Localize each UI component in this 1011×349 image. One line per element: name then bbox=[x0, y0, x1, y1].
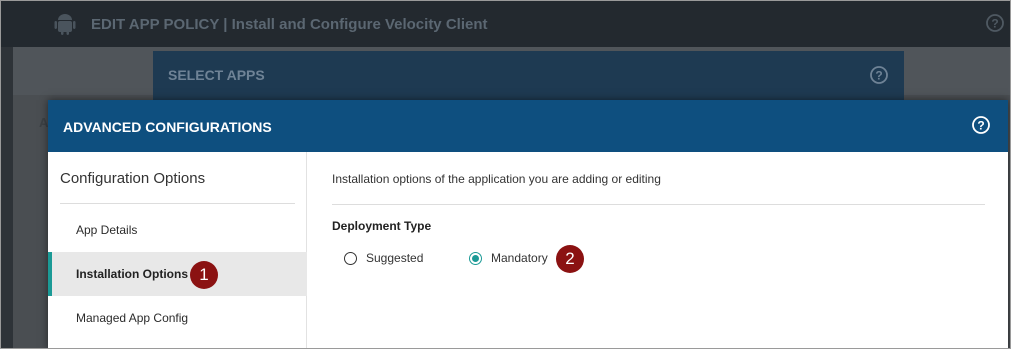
background-app-title: EDIT APP POLICY | Install and Configure … bbox=[91, 16, 488, 33]
radio-suggested[interactable]: Suggested bbox=[344, 251, 423, 265]
select-apps-title: SELECT APPS bbox=[168, 67, 265, 83]
background-app-header: EDIT APP POLICY | Install and Configure … bbox=[1, 1, 1010, 47]
svg-text:?: ? bbox=[991, 17, 998, 31]
sidebar-item-managed-app-config[interactable]: Managed App Config bbox=[48, 296, 307, 340]
sidebar-item-installation-options[interactable]: Installation Options 1 bbox=[48, 252, 307, 296]
callout-badge-2: 2 bbox=[556, 245, 584, 273]
sidebar-item-app-details[interactable]: App Details bbox=[48, 208, 307, 252]
radio-label: Suggested bbox=[366, 251, 424, 265]
radio-circle[interactable] bbox=[469, 251, 482, 265]
advanced-configurations-modal: ADVANCED CONFIGURATIONS ? Configuration … bbox=[48, 100, 1008, 348]
radio-circle[interactable] bbox=[344, 251, 357, 265]
help-circle-icon[interactable]: ? bbox=[971, 115, 991, 135]
help-circle-icon[interactable]: ? bbox=[869, 65, 889, 85]
sidebar-item-label: Managed App Config bbox=[76, 311, 189, 325]
configuration-sidebar: Configuration Options App Details Instal… bbox=[48, 152, 307, 348]
screenshot-frame: EDIT APP POLICY | Install and Configure … bbox=[0, 0, 1011, 349]
modal-title: ADVANCED CONFIGURATIONS bbox=[63, 119, 272, 135]
svg-text:?: ? bbox=[977, 119, 984, 133]
android-icon bbox=[54, 14, 76, 35]
radio-mandatory[interactable]: Mandatory bbox=[469, 251, 548, 265]
svg-text:?: ? bbox=[875, 69, 882, 83]
background-partial-label: A bbox=[39, 115, 49, 130]
radio-label: Mandatory bbox=[491, 251, 548, 265]
modal-header: ADVANCED CONFIGURATIONS ? bbox=[48, 100, 1008, 152]
sidebar-divider bbox=[60, 203, 295, 204]
deployment-type-label: Deployment Type bbox=[332, 219, 432, 233]
panel-divider bbox=[332, 204, 985, 205]
sidebar-item-label: Installation Options bbox=[76, 267, 189, 281]
help-circle-icon[interactable]: ? bbox=[985, 13, 1005, 33]
panel-description: Installation options of the application … bbox=[332, 172, 661, 186]
installation-options-panel: Installation options of the application … bbox=[308, 152, 1008, 348]
sidebar-heading: Configuration Options bbox=[60, 170, 206, 187]
sidebar-item-label: App Details bbox=[76, 223, 138, 237]
callout-badge-1: 1 bbox=[190, 261, 218, 289]
